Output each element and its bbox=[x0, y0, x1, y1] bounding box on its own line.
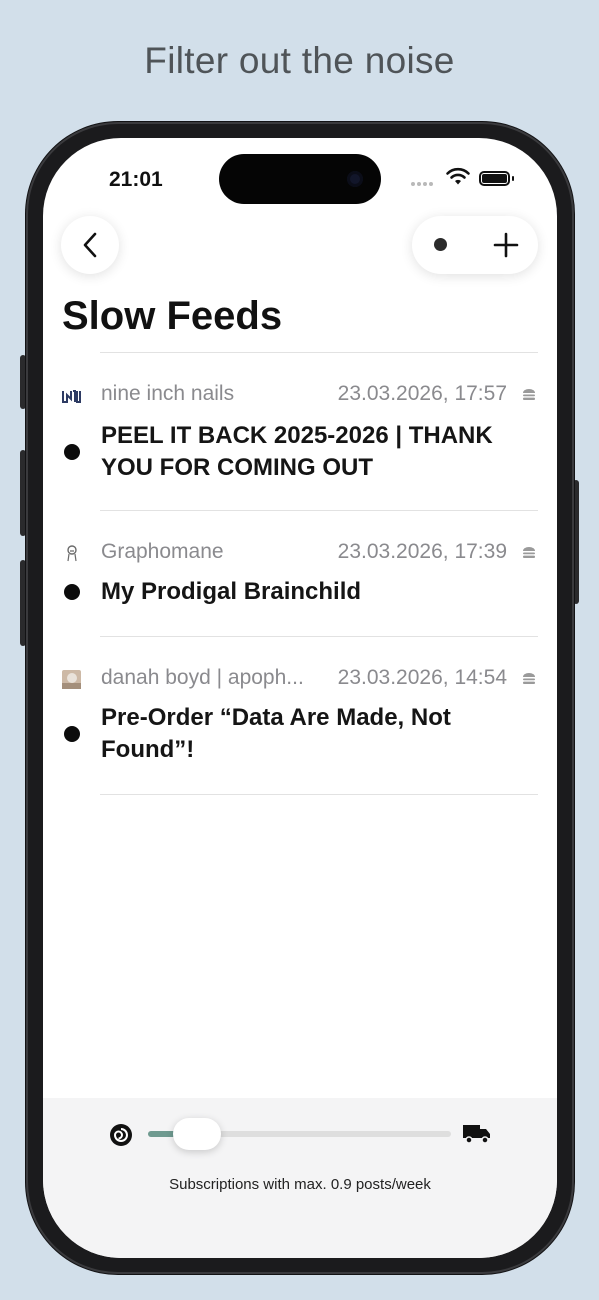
toolbar-pill bbox=[412, 216, 538, 274]
feed-item-meta: danah boyd | apoph... 23.03.2026, 14:54 bbox=[43, 666, 557, 696]
status-time: 21:01 bbox=[109, 168, 163, 191]
back-button[interactable] bbox=[61, 216, 119, 274]
burger-icon[interactable] bbox=[522, 547, 536, 559]
unread-dot bbox=[64, 584, 80, 600]
truck-icon bbox=[463, 1125, 490, 1144]
cellular-signal-icon bbox=[411, 182, 433, 186]
feed-title: My Prodigal Brainchild bbox=[101, 578, 362, 605]
battery-tip bbox=[512, 176, 514, 181]
wifi-icon bbox=[446, 167, 470, 185]
divider bbox=[100, 636, 538, 637]
battery-icon bbox=[479, 171, 510, 186]
chevron-left-icon bbox=[83, 232, 97, 258]
feed-date: 23.03.2026, 14:54 bbox=[337, 666, 507, 689]
phone-screen: 21:01 Slow Feeds nine inch nails 23.03.2… bbox=[43, 138, 557, 1258]
divider bbox=[100, 352, 538, 353]
feed-title: Pre-Order “Data Are Made, Not Found”! bbox=[101, 704, 451, 763]
slider-thumb[interactable] bbox=[173, 1118, 221, 1150]
nin-logo-icon bbox=[62, 386, 81, 405]
unread-filter-button[interactable] bbox=[434, 238, 447, 251]
unread-dot bbox=[64, 726, 80, 742]
plus-icon[interactable] bbox=[493, 232, 519, 258]
graphomane-avatar-icon bbox=[62, 544, 81, 563]
feed-source: Graphomane bbox=[101, 540, 224, 563]
feed-date: 23.03.2026, 17:57 bbox=[337, 382, 507, 405]
feed-source: danah boyd | apoph... bbox=[101, 666, 304, 689]
feed-title: PEEL IT BACK 2025-2026 | THANK YOU FOR C… bbox=[101, 422, 493, 481]
camera-icon bbox=[347, 171, 363, 187]
unread-dot bbox=[64, 444, 80, 460]
dynamic-island bbox=[219, 154, 381, 204]
divider bbox=[100, 510, 538, 511]
marketing-caption: Filter out the noise bbox=[144, 40, 455, 81]
feed-date: 23.03.2026, 17:39 bbox=[337, 540, 507, 563]
filter-caption: Subscriptions with max. 0.9 posts/week bbox=[169, 1176, 431, 1193]
snail-icon bbox=[110, 1124, 132, 1146]
feed-source: nine inch nails bbox=[101, 382, 235, 405]
danah-boyd-avatar-icon bbox=[62, 670, 81, 689]
burger-icon[interactable] bbox=[522, 673, 536, 685]
post-frequency-filter: Subscriptions with max. 0.9 posts/week bbox=[43, 1098, 557, 1258]
feed-item-meta: nine inch nails 23.03.2026, 17:57 bbox=[43, 382, 557, 412]
feed-item-meta: Graphomane 23.03.2026, 17:39 bbox=[43, 540, 557, 570]
divider bbox=[100, 794, 538, 795]
page-title: Slow Feeds bbox=[62, 294, 283, 338]
burger-icon[interactable] bbox=[522, 389, 536, 401]
